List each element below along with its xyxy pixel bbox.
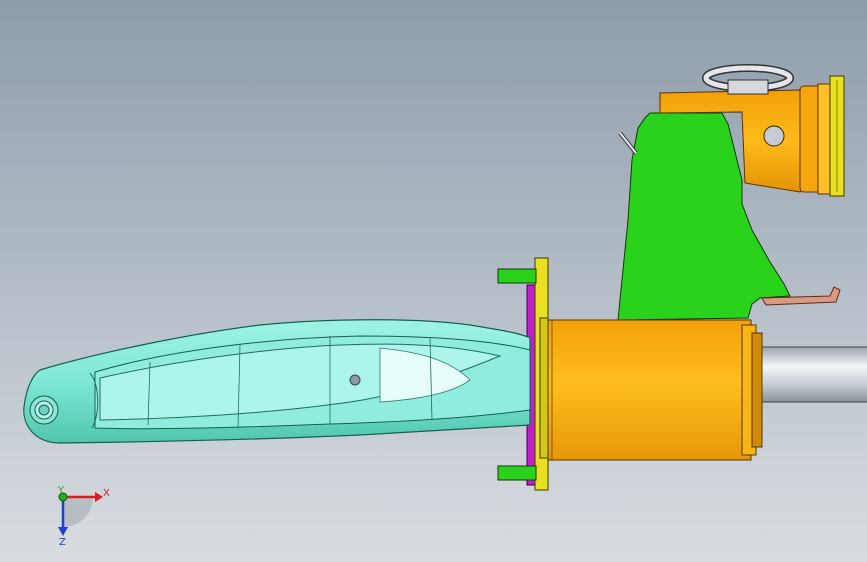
model-scene[interactable]: X Y Z [0, 0, 867, 562]
arm-hole [349, 374, 361, 386]
y-axis-label: Y [57, 485, 65, 496]
lower-bearing-housing[interactable] [544, 319, 763, 461]
coordinate-triad[interactable]: X Y Z [57, 485, 110, 548]
arm-pivot-bushing [38, 404, 50, 416]
cad-graphics-viewport[interactable]: X Y Z [0, 0, 867, 562]
bushing-hole [763, 125, 785, 147]
lower-stud [497, 465, 537, 481]
upper-yellow-flange[interactable] [829, 75, 845, 197]
output-shaft[interactable] [759, 346, 867, 403]
main-yellow-flange[interactable] [534, 257, 549, 491]
control-arm[interactable] [23, 319, 531, 444]
upper-stud [497, 268, 537, 284]
x-axis-label: X [103, 488, 110, 499]
bracket-pin [618, 131, 638, 155]
z-axis-label: Z [59, 537, 66, 548]
